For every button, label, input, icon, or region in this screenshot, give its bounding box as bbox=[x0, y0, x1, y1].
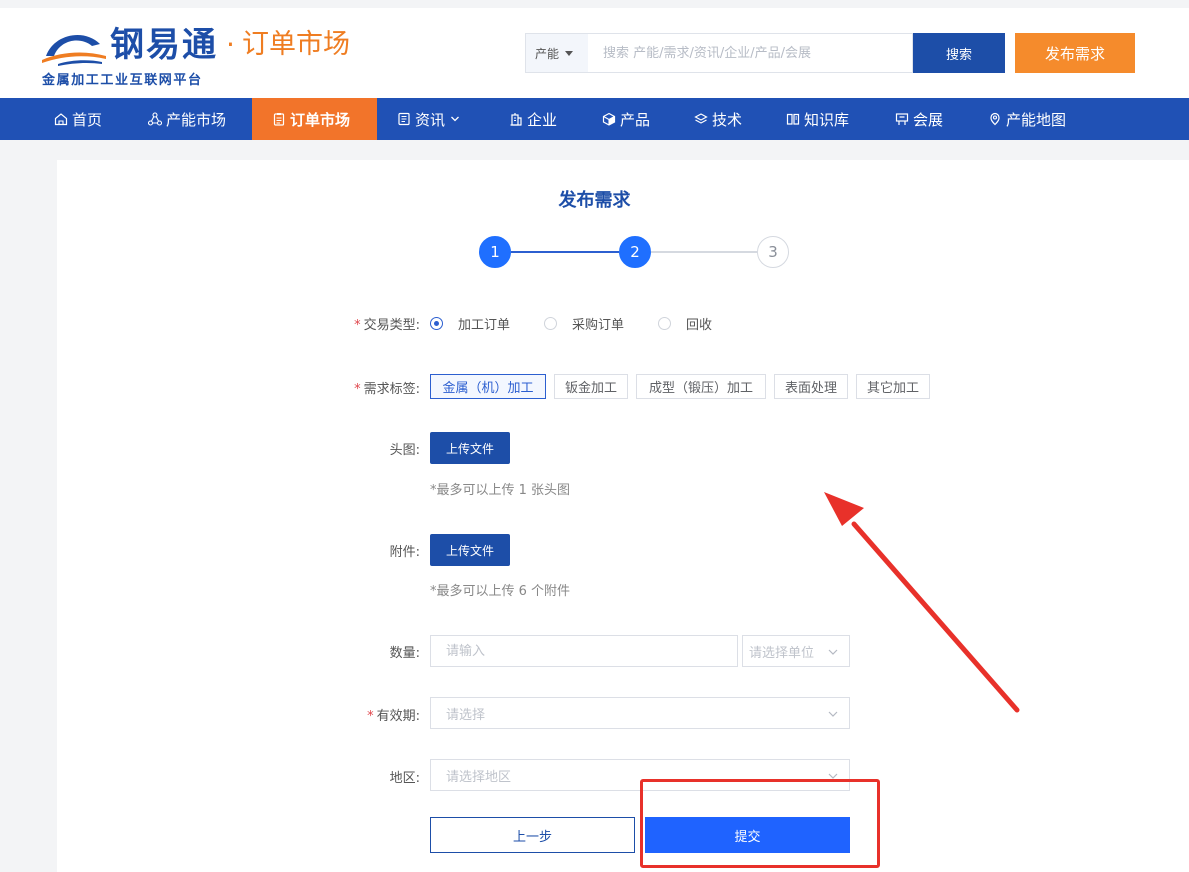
building-icon bbox=[509, 112, 523, 126]
nav-item-label: 产品 bbox=[620, 110, 651, 129]
logo-section-name: 订单市场 bbox=[242, 29, 350, 60]
required-mark: * bbox=[354, 382, 361, 397]
logo-mark-icon bbox=[42, 34, 106, 66]
main-nav: 首页 产能市场 订单市场 资讯 企业 产品 技术 知识库 会展 产能地图 bbox=[0, 98, 1189, 140]
search-bar: 产能 搜索 bbox=[525, 33, 1005, 73]
chevron-down-icon bbox=[827, 646, 839, 658]
demand-tags-label: * 需求标签: bbox=[320, 378, 420, 397]
validity-label-text: 有效期: bbox=[376, 709, 420, 724]
layers-icon bbox=[694, 112, 708, 126]
home-icon bbox=[54, 112, 68, 126]
trade-type-label-text: 交易类型: bbox=[363, 318, 420, 333]
logo-separator: · bbox=[226, 28, 235, 61]
nav-item-technology[interactable]: 技术 bbox=[694, 98, 742, 140]
nav-item-label: 技术 bbox=[712, 110, 743, 129]
nav-item-product[interactable]: 产品 bbox=[602, 98, 650, 140]
attachment-label: 附件: bbox=[389, 545, 420, 560]
demand-tags-label-text: 需求标签: bbox=[363, 382, 420, 397]
site-header: 钢易通 · 订单市场 金属加工工业互联网平台 产能 搜索 发布需求 bbox=[0, 8, 1189, 98]
search-category-select[interactable]: 产能 bbox=[525, 33, 589, 73]
tag-other-processing[interactable]: 其它加工 bbox=[856, 374, 930, 399]
head-image-label: 头图: bbox=[389, 443, 420, 458]
previous-step-button[interactable]: 上一步 bbox=[430, 817, 635, 853]
nav-item-capacity-map[interactable]: 产能地图 bbox=[988, 98, 1066, 140]
tag-metal-machining[interactable]: 金属（机）加工 bbox=[430, 374, 546, 399]
radio-unchecked-icon bbox=[544, 317, 557, 330]
chevron-down-icon bbox=[450, 114, 460, 124]
nav-item-label: 知识库 bbox=[804, 110, 850, 129]
document-icon bbox=[397, 112, 411, 126]
nav-item-order-market[interactable]: 订单市场 bbox=[252, 98, 377, 140]
unit-select-placeholder: 请选择单位 bbox=[749, 645, 815, 661]
nav-item-label: 首页 bbox=[72, 110, 103, 129]
submit-button[interactable]: 提交 bbox=[645, 817, 850, 853]
attachment-hint: *最多可以上传 6 个附件 bbox=[430, 584, 571, 599]
nav-item-label: 产能市场 bbox=[166, 110, 227, 129]
site-logo[interactable]: 钢易通 · 订单市场 金属加工工业互联网平台 bbox=[40, 24, 370, 88]
head-image-upload-button[interactable]: 上传文件 bbox=[430, 432, 510, 464]
radio-unchecked-icon bbox=[658, 317, 671, 330]
head-image-hint: *最多可以上传 1 张头图 bbox=[430, 483, 571, 498]
chevron-down-icon bbox=[827, 770, 839, 782]
nav-item-enterprise[interactable]: 企业 bbox=[509, 98, 557, 140]
trade-type-recycle-radio[interactable]: 回收 bbox=[658, 314, 712, 333]
required-mark: * bbox=[354, 318, 361, 333]
search-button[interactable]: 搜索 bbox=[913, 33, 1005, 73]
caret-down-icon bbox=[565, 50, 574, 56]
book-icon bbox=[786, 112, 800, 126]
map-pin-icon bbox=[988, 112, 1002, 126]
search-input[interactable] bbox=[588, 33, 913, 73]
unit-select[interactable]: 请选择单位 bbox=[742, 635, 850, 667]
nav-item-knowledge-base[interactable]: 知识库 bbox=[786, 98, 849, 140]
nav-item-home[interactable]: 首页 bbox=[54, 98, 102, 140]
logo-name: 钢易通 bbox=[110, 25, 218, 65]
nav-item-label: 订单市场 bbox=[290, 110, 351, 129]
publish-demand-button[interactable]: 发布需求 bbox=[1015, 33, 1135, 73]
trade-type-processing-radio[interactable]: 加工订单 bbox=[430, 314, 510, 333]
radio-checked-icon bbox=[430, 317, 443, 330]
region-label: 地区: bbox=[389, 771, 420, 786]
nav-item-news[interactable]: 资讯 bbox=[397, 98, 460, 140]
nav-item-label: 产能地图 bbox=[1006, 110, 1067, 129]
clipboard-icon bbox=[272, 112, 286, 126]
tag-surface-treatment[interactable]: 表面处理 bbox=[774, 374, 848, 399]
nav-item-label: 会展 bbox=[913, 110, 944, 129]
radio-label: 回收 bbox=[686, 318, 713, 333]
required-mark: * bbox=[367, 709, 374, 724]
tag-forming-forging[interactable]: 成型（锻压）加工 bbox=[636, 374, 766, 399]
step-1: 1 bbox=[479, 236, 511, 268]
radio-label: 加工订单 bbox=[458, 318, 511, 333]
nav-item-label: 资讯 bbox=[415, 110, 446, 129]
nav-item-capacity-market[interactable]: 产能市场 bbox=[148, 98, 226, 140]
step-2: 2 bbox=[619, 236, 651, 268]
step-3: 3 bbox=[757, 236, 789, 268]
trade-type-label: * 交易类型: bbox=[320, 314, 420, 333]
attachment-upload-button[interactable]: 上传文件 bbox=[430, 534, 510, 566]
validity-label: * 有效期: bbox=[320, 705, 420, 724]
search-category-value: 产能 bbox=[535, 46, 560, 61]
region-select-placeholder: 请选择地区 bbox=[446, 769, 512, 785]
validity-select-placeholder: 请选择 bbox=[446, 707, 486, 723]
nav-item-label: 企业 bbox=[527, 110, 558, 129]
tag-sheet-metal[interactable]: 钣金加工 bbox=[554, 374, 628, 399]
validity-select[interactable]: 请选择 bbox=[430, 697, 850, 729]
network-icon bbox=[148, 112, 162, 126]
stepper-line-done bbox=[511, 251, 619, 253]
page-title: 发布需求 bbox=[558, 190, 631, 211]
logo-subtitle: 金属加工工业互联网平台 bbox=[42, 73, 203, 88]
cube-icon bbox=[602, 112, 616, 126]
trade-type-purchase-radio[interactable]: 采购订单 bbox=[544, 314, 624, 333]
chevron-down-icon bbox=[827, 708, 839, 720]
region-select[interactable]: 请选择地区 bbox=[430, 759, 850, 791]
radio-label: 采购订单 bbox=[572, 318, 625, 333]
quantity-input[interactable] bbox=[430, 635, 738, 667]
quantity-label: 数量: bbox=[389, 646, 420, 661]
stepper-line-todo bbox=[651, 251, 757, 253]
nav-item-exhibition[interactable]: 会展 bbox=[895, 98, 943, 140]
exhibition-icon bbox=[895, 112, 909, 126]
